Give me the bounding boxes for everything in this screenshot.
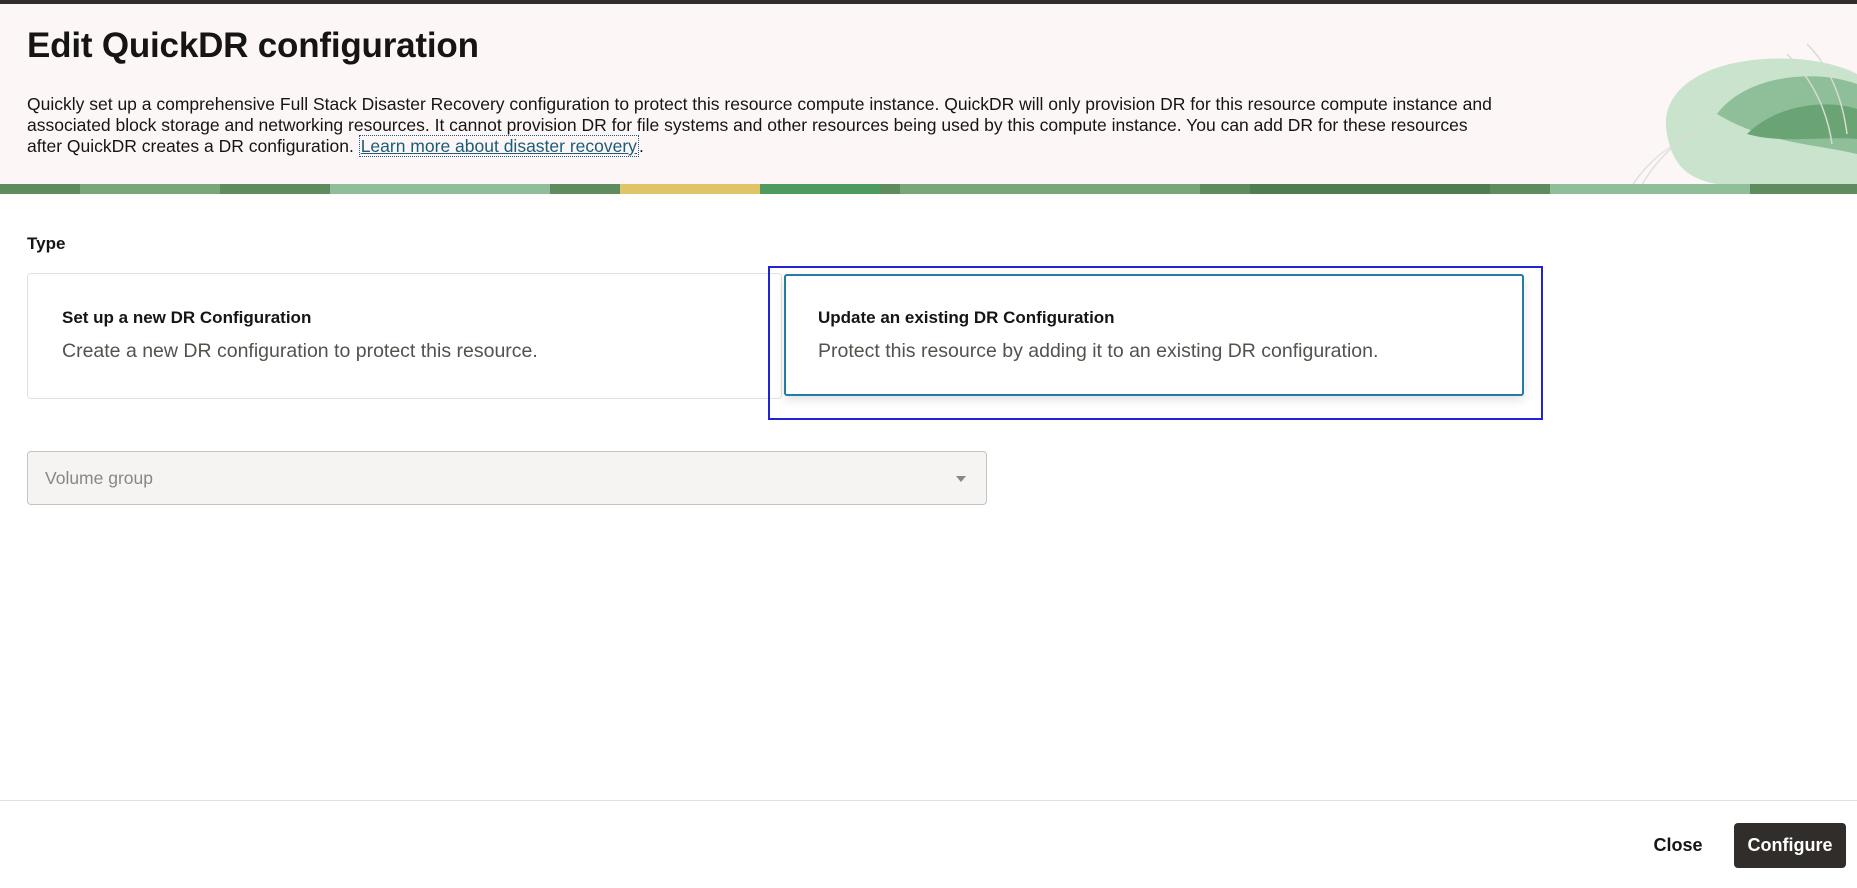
page-header: Edit QuickDR configuration Quickly set u… xyxy=(0,4,1857,194)
decorative-band xyxy=(0,184,1857,194)
close-button[interactable]: Close xyxy=(1640,823,1716,867)
type-label: Type xyxy=(27,234,66,253)
description-period: . xyxy=(638,136,644,156)
existing-dr-configuration-card[interactable]: Update an existing DR Configuration Prot… xyxy=(784,274,1524,396)
configure-button[interactable]: Configure xyxy=(1734,823,1846,868)
volume-group-placeholder: Volume group xyxy=(45,468,153,488)
card-title: Update an existing DR Configuration xyxy=(818,308,1115,327)
page-title: Edit QuickDR configuration xyxy=(27,26,479,65)
footer-divider xyxy=(0,800,1857,801)
decorative-leaf-illustration xyxy=(1626,43,1857,194)
learn-more-link[interactable]: Learn more about disaster recovery xyxy=(358,135,639,157)
page-description: Quickly set up a comprehensive Full Stac… xyxy=(27,94,1497,157)
description-text: Quickly set up a comprehensive Full Stac… xyxy=(27,94,1492,156)
volume-group-select[interactable]: Volume group xyxy=(27,451,987,505)
chevron-down-icon xyxy=(956,476,966,482)
card-title: Set up a new DR Configuration xyxy=(62,308,312,327)
card-subtitle: Protect this resource by adding it to an… xyxy=(818,340,1379,362)
card-subtitle: Create a new DR configuration to protect… xyxy=(62,340,538,362)
new-dr-configuration-card[interactable]: Set up a new DR Configuration Create a n… xyxy=(27,273,782,399)
